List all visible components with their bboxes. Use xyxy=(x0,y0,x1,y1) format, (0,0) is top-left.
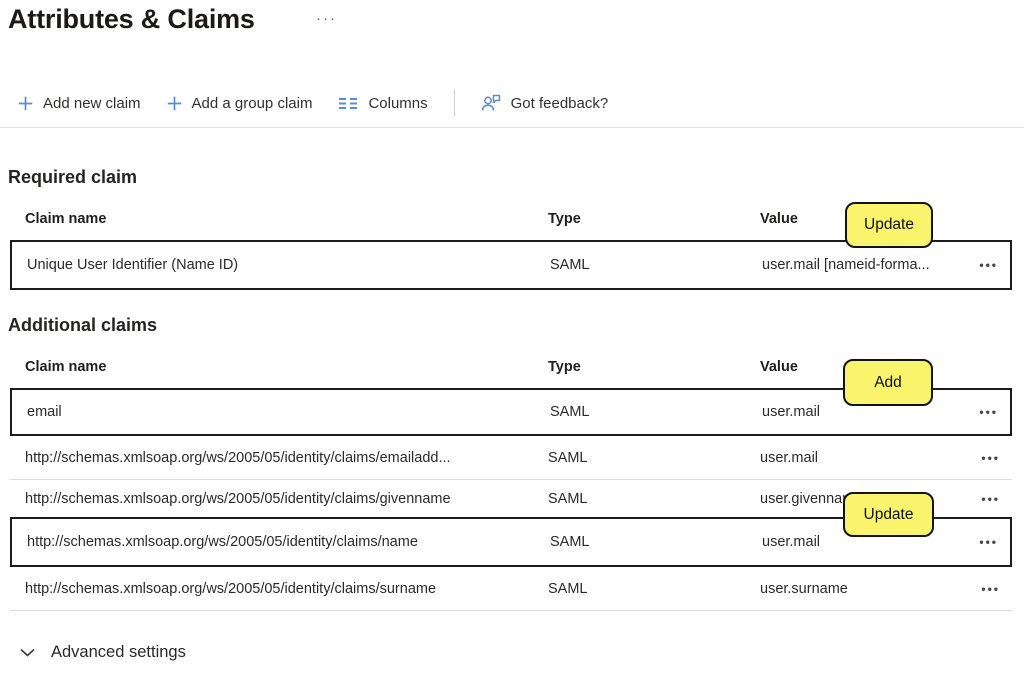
add-group-claim-label: Add a group claim xyxy=(192,95,313,112)
page-title: Attributes & Claims xyxy=(8,4,255,35)
claim-name-cell: Unique User Identifier (Name ID) xyxy=(27,257,550,273)
claim-name-cell: http://schemas.xmlsoap.org/ws/2005/05/id… xyxy=(27,534,550,550)
value-cell: user.mail [nameid-forma... xyxy=(762,257,950,273)
title-more-menu-icon[interactable]: ··· xyxy=(316,10,337,27)
value-cell: user.mail xyxy=(760,450,952,466)
advanced-settings-label: Advanced settings xyxy=(51,643,186,662)
attributes-claims-page: Attributes & Claims ··· Add new claim Ad… xyxy=(0,0,1024,673)
got-feedback-label: Got feedback? xyxy=(511,95,609,112)
more-actions-icon[interactable]: ••• xyxy=(979,535,998,549)
more-actions-icon[interactable]: ••• xyxy=(981,492,1000,506)
claim-name-cell: http://schemas.xmlsoap.org/ws/2005/05/id… xyxy=(25,450,548,466)
toolbar-rule xyxy=(0,127,1024,128)
more-actions-icon[interactable]: ••• xyxy=(981,451,1000,465)
table-row[interactable]: http://schemas.xmlsoap.org/ws/2005/05/id… xyxy=(10,436,1012,480)
claim-name-cell: http://schemas.xmlsoap.org/ws/2005/05/id… xyxy=(25,581,548,597)
toolbar-divider xyxy=(454,90,455,116)
type-cell: SAML xyxy=(548,450,760,466)
value-cell: user.mail xyxy=(762,404,950,420)
value-cell: user.surname xyxy=(760,581,952,597)
more-actions-icon[interactable]: ••• xyxy=(979,258,998,272)
annotation-add-badge: Add xyxy=(843,359,933,406)
claim-name-cell: email xyxy=(27,404,550,420)
plus-icon xyxy=(18,96,33,111)
add-new-claim-button[interactable]: Add new claim xyxy=(18,95,141,112)
type-cell: SAML xyxy=(548,491,760,507)
chevron-down-icon xyxy=(20,648,35,657)
annotation-update-badge: Update xyxy=(843,492,934,537)
command-bar: Add new claim Add a group claim Columns xyxy=(18,88,608,118)
type-cell: SAML xyxy=(550,404,762,420)
add-group-claim-button[interactable]: Add a group claim xyxy=(167,95,313,112)
column-header-claim-name: Claim name xyxy=(25,359,548,375)
column-header-claim-name: Claim name xyxy=(25,211,548,227)
got-feedback-button[interactable]: Got feedback? xyxy=(481,94,609,112)
plus-icon xyxy=(167,96,182,111)
claim-name-cell: http://schemas.xmlsoap.org/ws/2005/05/id… xyxy=(25,491,548,507)
columns-label: Columns xyxy=(368,95,427,112)
add-new-claim-label: Add new claim xyxy=(43,95,141,112)
columns-icon xyxy=(338,97,358,110)
required-claim-section-title: Required claim xyxy=(8,167,137,188)
table-row[interactable]: http://schemas.xmlsoap.org/ws/2005/05/id… xyxy=(10,567,1012,611)
column-header-type: Type xyxy=(548,359,760,375)
additional-claims-section-title: Additional claims xyxy=(8,315,157,336)
annotation-update-badge: Update xyxy=(845,202,933,248)
more-actions-icon[interactable]: ••• xyxy=(979,405,998,419)
type-cell: SAML xyxy=(550,534,762,550)
type-cell: SAML xyxy=(548,581,760,597)
type-cell: SAML xyxy=(550,257,762,273)
advanced-settings-toggle[interactable]: Advanced settings xyxy=(20,643,186,662)
more-actions-icon[interactable]: ••• xyxy=(981,582,1000,596)
column-header-type: Type xyxy=(548,211,760,227)
columns-button[interactable]: Columns xyxy=(338,95,427,112)
feedback-icon xyxy=(481,94,501,112)
